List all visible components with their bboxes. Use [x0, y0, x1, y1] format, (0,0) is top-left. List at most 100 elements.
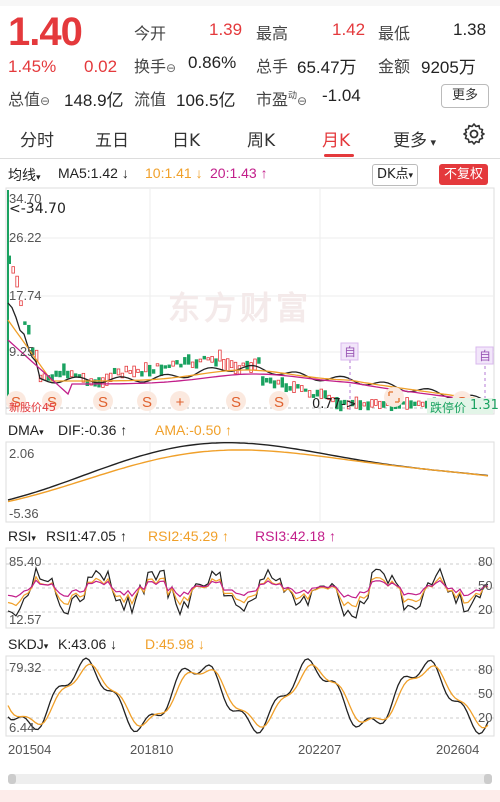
- candle: [264, 378, 269, 383]
- date-label-2: 201810: [130, 742, 174, 757]
- candle: [190, 361, 195, 368]
- skdj-bottom: 6.44: [9, 720, 35, 735]
- limit-label: 跌停价: [430, 401, 467, 415]
- candle: [116, 368, 121, 376]
- scrollbar-handle-left[interactable]: [8, 774, 16, 784]
- kline-y4: 9.25: [9, 344, 35, 359]
- skdj-selector[interactable]: SKDJ▾: [8, 636, 48, 652]
- date-label-1: 201504: [8, 742, 52, 757]
- kline-max-marker: <-34.70: [9, 201, 66, 217]
- candle: [241, 362, 245, 367]
- candle: [381, 401, 386, 408]
- zi-label-2: 自: [479, 349, 492, 363]
- candle: [186, 354, 191, 365]
- candle: [374, 399, 378, 406]
- ama-line: [7, 449, 489, 503]
- dma-selector[interactable]: DMA▾: [8, 422, 44, 438]
- new-stock-label: 新股价45: [9, 401, 56, 414]
- candle: [358, 400, 362, 411]
- skdj-k-line: [7, 657, 489, 735]
- candle: [272, 380, 277, 389]
- candle: [253, 358, 257, 371]
- candle: [233, 361, 238, 374]
- candle: [315, 389, 320, 397]
- d-value: D:45.98 ↓: [145, 636, 205, 652]
- rsi2-value: RSI2:45.29 ↑: [148, 528, 229, 544]
- zi-label-1: 自: [344, 345, 357, 359]
- candle: [268, 377, 273, 384]
- rsi1-line: [7, 565, 489, 619]
- candle: [66, 370, 70, 379]
- right-price-label: 1.31: [470, 398, 499, 413]
- candle: [206, 357, 210, 361]
- chevron-icon: ▾: [31, 533, 36, 543]
- skdj-20: 20: [478, 710, 493, 725]
- candle: [249, 362, 253, 373]
- skdj-80: 80: [478, 662, 493, 677]
- ma10-line: [7, 319, 489, 401]
- dif-value: DIF:-0.36 ↑: [58, 422, 128, 438]
- ma20-line: [7, 339, 489, 403]
- k-value: K:43.06 ↓: [58, 636, 118, 652]
- rsi1-value: RSI1:47.05 ↑: [46, 528, 127, 544]
- candle: [370, 399, 374, 408]
- candle: [155, 363, 160, 367]
- candle: [194, 359, 199, 369]
- candle: [362, 402, 366, 407]
- candle: [27, 324, 31, 335]
- rsi3-value: RSI3:42.18 ↑: [255, 528, 336, 544]
- candle: [280, 377, 284, 388]
- candle: [261, 376, 265, 386]
- rsi-20: 20: [478, 602, 493, 617]
- kline-y2: 26.22: [9, 230, 42, 245]
- candle: [147, 364, 152, 377]
- expand-icon[interactable]: [384, 387, 404, 407]
- dk-marker-glyph: +: [176, 394, 185, 411]
- candle: [175, 360, 179, 365]
- chart-scrollbar[interactable]: [8, 774, 492, 784]
- candle: [140, 371, 144, 377]
- candle: [413, 401, 417, 407]
- dk-marker-glyph: S: [98, 394, 108, 411]
- dma-top: 2.06: [9, 446, 35, 461]
- candle: [307, 390, 312, 398]
- rsi-80: 80: [478, 554, 493, 569]
- candle: [225, 358, 230, 371]
- candle: [222, 359, 226, 371]
- candle: [276, 379, 281, 385]
- candle: [366, 401, 370, 411]
- date-label-3: 202207: [298, 742, 342, 757]
- candle: [257, 357, 261, 364]
- candle: [288, 386, 292, 391]
- watermark: 东方财富: [168, 289, 313, 327]
- candle: [420, 401, 425, 407]
- candle: [62, 363, 66, 376]
- candle: [378, 400, 382, 410]
- candle: [136, 368, 140, 373]
- date-label-4: 202604: [436, 742, 480, 757]
- candle: [210, 356, 214, 363]
- skdj-50: 50: [478, 686, 493, 701]
- candle: [144, 362, 148, 373]
- candle: [202, 355, 206, 360]
- dk-marker-glyph: S: [231, 394, 241, 411]
- candle: [292, 381, 296, 393]
- candle: [405, 397, 409, 410]
- candle: [70, 370, 74, 378]
- scrollbar-handle-right[interactable]: [484, 774, 492, 784]
- candle: [128, 370, 132, 374]
- rsi-bottom: 12.57: [9, 612, 42, 627]
- dk-marker-glyph: S: [274, 394, 284, 411]
- candle: [159, 364, 164, 376]
- chart-canvas: SSSS+SSS: [0, 187, 500, 802]
- rsi-50: 50: [478, 578, 493, 593]
- rsi-selector[interactable]: RSI▾: [8, 528, 36, 544]
- candle: [218, 349, 222, 362]
- candle: [112, 367, 117, 375]
- candle: [417, 400, 421, 406]
- dk-marker-glyph: S: [142, 394, 152, 411]
- candle: [198, 358, 203, 363]
- chevron-icon: ▾: [43, 641, 49, 651]
- candle: [214, 358, 218, 367]
- candle: [183, 357, 187, 365]
